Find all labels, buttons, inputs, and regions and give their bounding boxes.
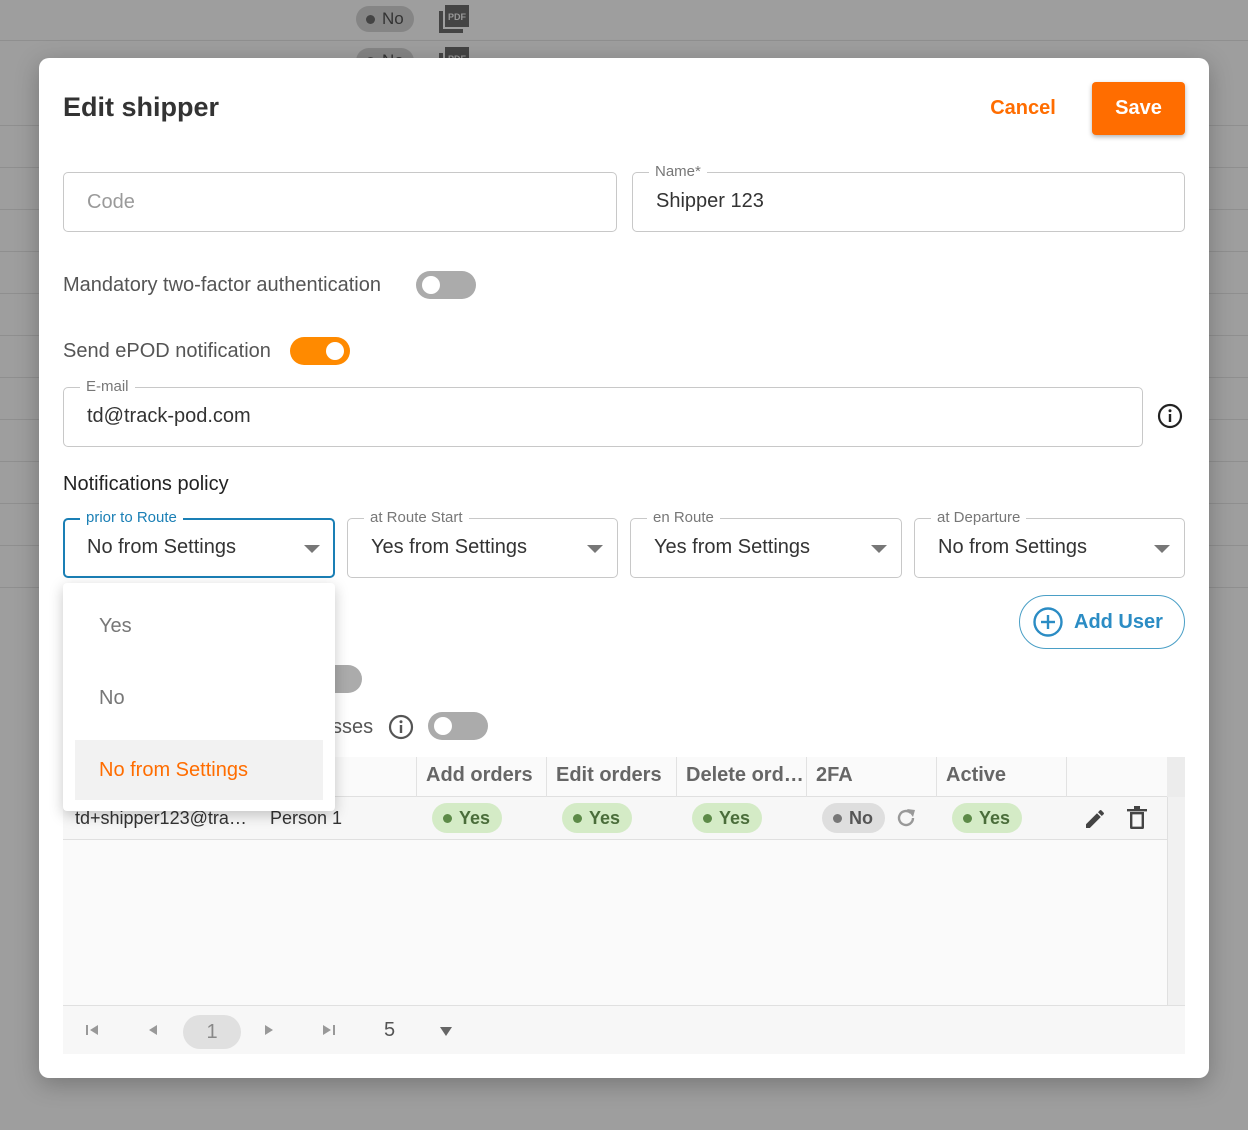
first-page-icon[interactable] xyxy=(82,1020,102,1040)
email-label: E-mail xyxy=(80,378,135,395)
chevron-down-icon xyxy=(1154,545,1170,553)
send-epod-label: Send ePOD notification xyxy=(63,340,271,362)
select-label: prior to Route xyxy=(80,509,183,526)
edit-pencil-icon[interactable] xyxy=(1083,807,1107,831)
column-header-2fa[interactable]: 2FA xyxy=(816,764,853,787)
status-dot xyxy=(833,813,842,823)
badge-label: Yes xyxy=(979,807,1011,828)
toggle-knob xyxy=(326,342,344,360)
toggle-knob xyxy=(422,276,440,294)
toggle-knob xyxy=(434,717,452,735)
notifications-policy-title: Notifications policy xyxy=(63,473,229,495)
dropdown-option-no-from-settings[interactable]: No from Settings xyxy=(75,740,323,800)
name-label: Name* xyxy=(649,163,707,180)
next-page-icon[interactable] xyxy=(259,1020,279,1040)
dialog-title: Edit shipper xyxy=(63,92,220,122)
status-dot xyxy=(703,813,712,823)
chevron-down-icon xyxy=(304,545,320,553)
email-field[interactable]: E-mail td@track-pod.com xyxy=(63,378,1143,447)
select-label: en Route xyxy=(647,509,720,526)
trash-icon[interactable] xyxy=(1126,806,1148,830)
dropdown-option-yes[interactable]: Yes xyxy=(75,596,323,656)
badge-label: Yes xyxy=(589,807,621,828)
pdf-icon: PDF xyxy=(439,5,469,33)
delete-orders-badge: Yes xyxy=(692,803,763,833)
addresses-toggle[interactable] xyxy=(428,712,488,740)
cancel-button[interactable]: Cancel xyxy=(979,82,1067,134)
partial-label: sses xyxy=(332,716,374,738)
chevron-down-icon[interactable] xyxy=(440,1027,452,1036)
name-field[interactable]: Name* Shipper 123 xyxy=(632,163,1185,232)
info-icon[interactable] xyxy=(388,714,414,740)
select-value: Yes from Settings xyxy=(654,536,811,558)
current-page[interactable]: 1 xyxy=(183,1015,241,1049)
save-button[interactable]: Save xyxy=(1092,82,1185,135)
mandatory-2fa-label: Mandatory two-factor authentication xyxy=(63,274,381,296)
user-email-cell: td+shipper123@tra… xyxy=(75,808,247,828)
code-field[interactable] xyxy=(63,172,617,232)
select-prior-to-route[interactable]: prior to Route No from Settings xyxy=(63,509,335,578)
select-value: Yes from Settings xyxy=(371,536,528,558)
column-header-delete-orders[interactable]: Delete ord… xyxy=(686,764,804,787)
bg-status-pill: No xyxy=(356,6,414,32)
send-epod-toggle[interactable] xyxy=(290,337,350,365)
column-divider xyxy=(806,757,807,797)
column-divider xyxy=(936,757,937,797)
status-dot xyxy=(573,813,582,823)
column-divider xyxy=(1066,757,1067,797)
page-size-value[interactable]: 5 xyxy=(384,1019,395,1042)
add-user-label: Add User xyxy=(1074,610,1163,633)
column-header-edit-orders[interactable]: Edit orders xyxy=(556,764,662,787)
table-pager: 1 5 xyxy=(63,1005,1185,1054)
add-user-button[interactable]: Add User xyxy=(1019,595,1185,649)
add-orders-badge: Yes xyxy=(432,803,503,833)
mandatory-2fa-toggle[interactable] xyxy=(416,271,476,299)
last-page-icon[interactable] xyxy=(319,1020,339,1040)
edit-shipper-dialog: Edit shipper Cancel Save Name* Shipper 1… xyxy=(39,58,1209,1078)
name-value: Shipper 123 xyxy=(656,190,764,212)
plus-circle-icon xyxy=(1033,607,1063,637)
dropdown-option-no[interactable]: No xyxy=(75,668,323,728)
select-label: at Route Start xyxy=(364,509,469,526)
column-divider xyxy=(416,757,417,797)
prev-page-icon[interactable] xyxy=(143,1020,163,1040)
prior-to-route-dropdown: Yes No No from Settings xyxy=(63,583,335,811)
status-dot xyxy=(963,813,972,823)
select-at-route-start[interactable]: at Route Start Yes from Settings xyxy=(347,509,618,578)
column-header-add-orders[interactable]: Add orders xyxy=(426,764,533,787)
code-input[interactable] xyxy=(64,173,616,231)
column-divider xyxy=(676,757,677,797)
badge-label: Yes xyxy=(459,807,491,828)
chevron-down-icon xyxy=(587,545,603,553)
svg-text:PDF: PDF xyxy=(448,12,467,22)
column-header-active[interactable]: Active xyxy=(946,764,1006,787)
chevron-down-icon xyxy=(871,545,887,553)
status-dot xyxy=(366,14,375,24)
badge-label: No xyxy=(849,807,873,828)
active-badge: Yes xyxy=(952,803,1023,833)
badge-label: Yes xyxy=(719,807,751,828)
email-value: td@track-pod.com xyxy=(87,405,251,427)
reset-2fa-icon[interactable] xyxy=(894,806,918,830)
bg-divider xyxy=(0,40,1248,41)
table-scrollbar[interactable] xyxy=(1167,797,1185,1005)
edit-orders-badge: Yes xyxy=(562,803,633,833)
status-dot xyxy=(443,813,452,823)
select-at-departure[interactable]: at Departure No from Settings xyxy=(914,509,1185,578)
select-value: No from Settings xyxy=(87,536,236,558)
select-label: at Departure xyxy=(931,509,1027,526)
info-icon[interactable] xyxy=(1157,403,1183,429)
select-value: No from Settings xyxy=(938,536,1087,558)
bg-pill-label: No xyxy=(382,9,404,28)
user-name-cell: Person 1 xyxy=(270,808,343,828)
column-divider xyxy=(546,757,547,797)
select-en-route[interactable]: en Route Yes from Settings xyxy=(630,509,902,578)
2fa-badge: No xyxy=(822,803,885,833)
